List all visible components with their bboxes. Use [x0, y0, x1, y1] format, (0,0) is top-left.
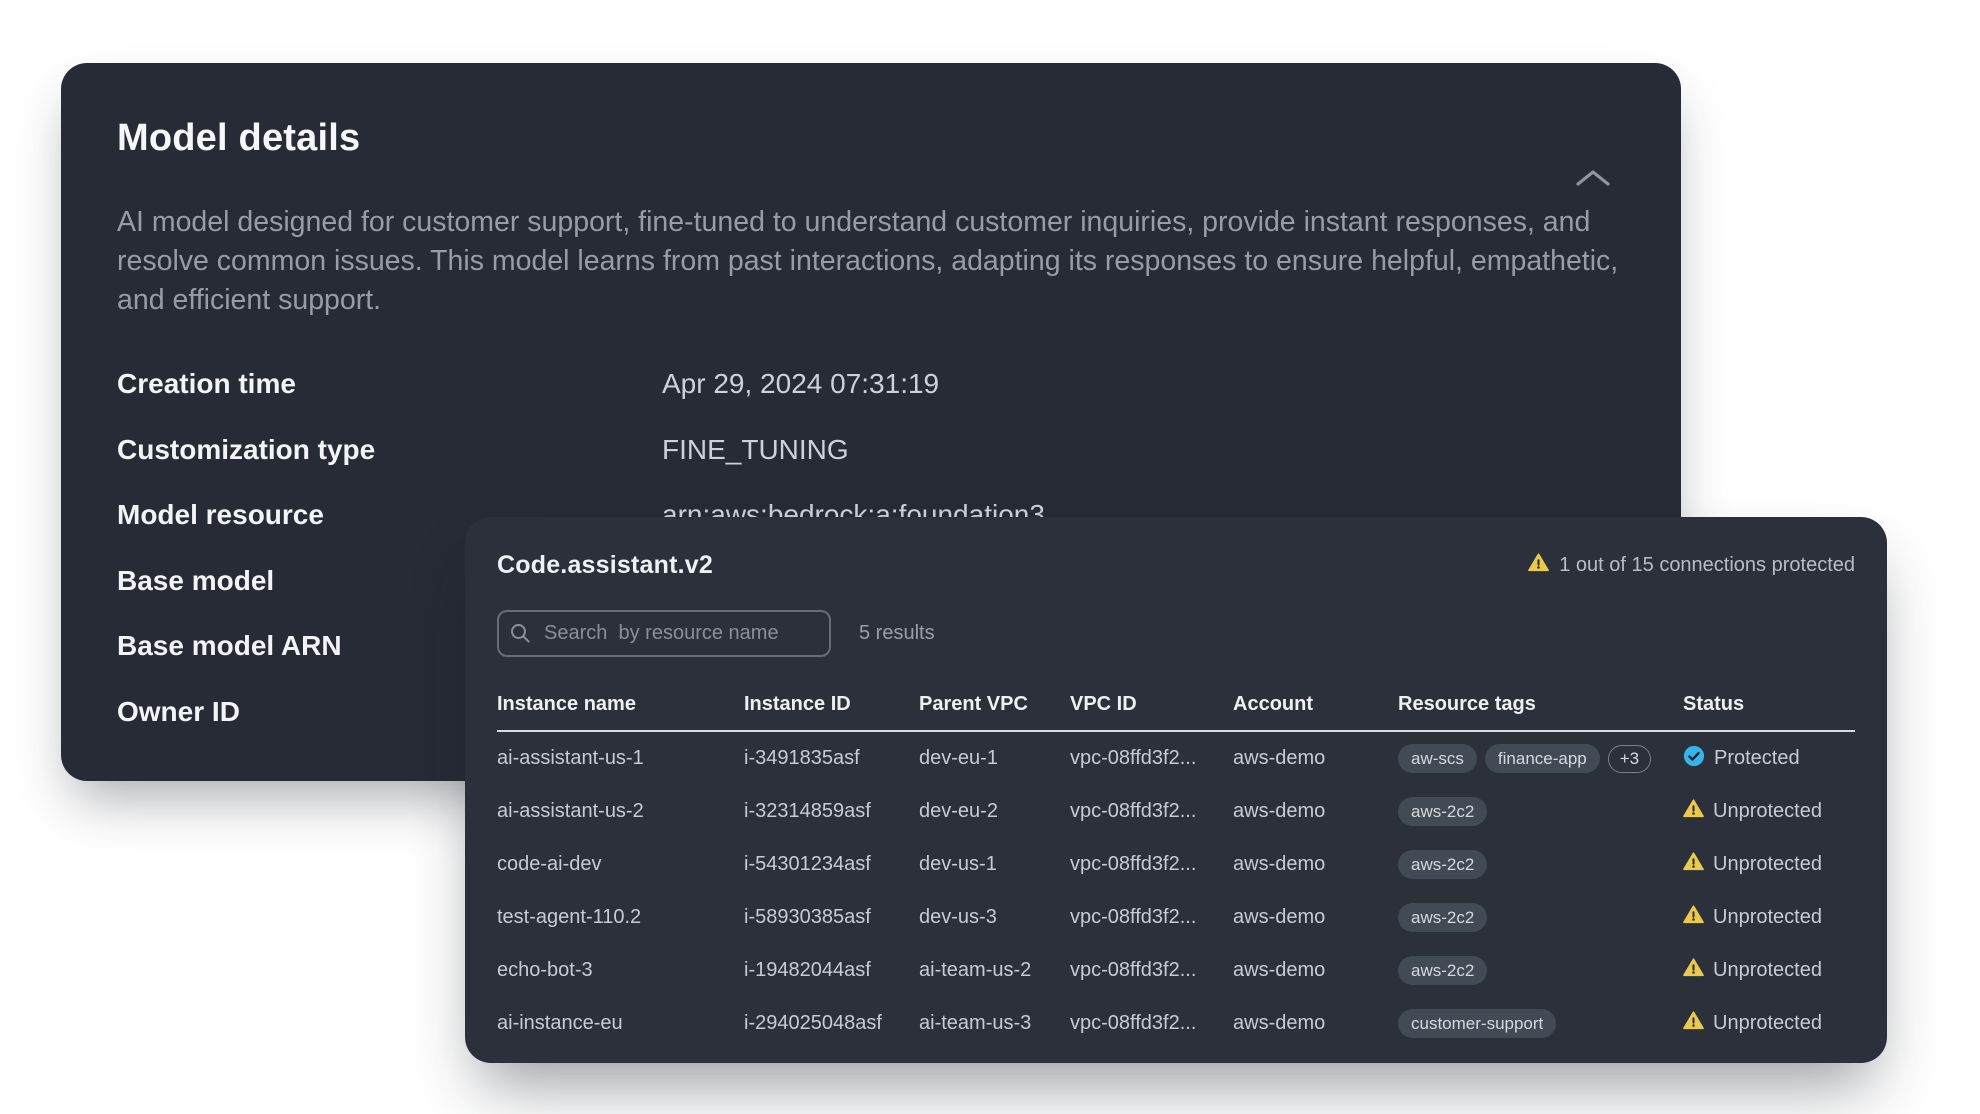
search-input[interactable] — [497, 610, 831, 657]
table-row: ai-assistant-us-1 i-3491835asf dev-eu-1 … — [497, 732, 1855, 785]
chevron-up-icon — [1574, 168, 1612, 191]
status-label: Unprotected — [1713, 853, 1822, 876]
model-details-title: Model details — [117, 115, 1625, 161]
table-row: test-agent-110.2 i-58930385asf dev-us-3 … — [497, 891, 1855, 944]
cell-resource-tags: aws-2c2 — [1398, 956, 1683, 985]
resource-tag: aws-2c2 — [1398, 903, 1487, 932]
cell-vpc-id: vpc-08ffd3f2... — [1070, 800, 1233, 823]
column-header: Parent VPC — [919, 693, 1070, 716]
cell-resource-tags: aws-2c2 — [1398, 797, 1683, 826]
cell-instance-id: i-58930385asf — [744, 906, 919, 929]
cell-vpc-id: vpc-08ffd3f2... — [1070, 853, 1233, 876]
cell-account: aws-demo — [1233, 906, 1398, 929]
warning-triangle-icon — [1683, 1011, 1704, 1036]
status-label: Protected — [1714, 747, 1800, 770]
cell-resource-tags: aws-2c2 — [1398, 850, 1683, 879]
cell-account: aws-demo — [1233, 747, 1398, 770]
model-field-row: Customization type FINE_TUNING — [117, 434, 1625, 500]
cell-resource-tags: aw-scs finance-app +3 — [1398, 744, 1683, 773]
cell-instance-name: echo-bot-3 — [497, 959, 744, 982]
connections-table: Instance nameInstance IDParent VPCVPC ID… — [497, 693, 1855, 1050]
connections-warning-text: 1 out of 15 connections protected — [1559, 554, 1855, 577]
status-badge: Unprotected — [1683, 958, 1855, 983]
search-icon — [510, 623, 531, 649]
field-value: FINE_TUNING — [662, 434, 849, 466]
warning-triangle-icon — [1683, 799, 1704, 824]
connections-panel: Code.assistant.v2 1 out of 15 connection… — [465, 517, 1887, 1063]
cell-resource-tags: aws-2c2 — [1398, 903, 1683, 932]
collapse-panel-button[interactable] — [1567, 159, 1619, 199]
status-label: Unprotected — [1713, 800, 1822, 823]
connections-title: Code.assistant.v2 — [497, 551, 713, 580]
protected-check-icon — [1683, 745, 1705, 773]
table-row: echo-bot-3 i-19482044asf ai-team-us-2 vp… — [497, 944, 1855, 997]
cell-vpc-id: vpc-08ffd3f2... — [1070, 1012, 1233, 1035]
search-box — [497, 610, 831, 657]
table-row: ai-assistant-us-2 i-32314859asf dev-eu-2… — [497, 785, 1855, 838]
cell-parent-vpc: ai-team-us-2 — [919, 959, 1070, 982]
column-header: Instance name — [497, 693, 744, 716]
resource-tag: aw-scs — [1398, 744, 1477, 773]
model-description: AI model designed for customer support, … — [117, 203, 1625, 320]
connections-header: Code.assistant.v2 1 out of 15 connection… — [497, 551, 1855, 580]
search-row: 5 results — [497, 610, 1855, 657]
results-count: 5 results — [859, 622, 935, 645]
cell-instance-id: i-32314859asf — [744, 800, 919, 823]
warning-triangle-icon — [1683, 905, 1704, 930]
cell-instance-id: i-54301234asf — [744, 853, 919, 876]
cell-vpc-id: vpc-08ffd3f2... — [1070, 747, 1233, 770]
warning-triangle-icon — [1683, 958, 1704, 983]
cell-instance-name: ai-assistant-us-2 — [497, 800, 744, 823]
cell-account: aws-demo — [1233, 959, 1398, 982]
cell-vpc-id: vpc-08ffd3f2... — [1070, 906, 1233, 929]
column-header: VPC ID — [1070, 693, 1233, 716]
resource-tag: finance-app — [1485, 744, 1600, 773]
resource-tag: aws-2c2 — [1398, 956, 1487, 985]
cell-instance-id: i-294025048asf — [744, 1012, 919, 1035]
column-header: Instance ID — [744, 693, 919, 716]
status-label: Unprotected — [1713, 959, 1822, 982]
warning-triangle-icon — [1683, 852, 1704, 877]
field-value: Apr 29, 2024 07:31:19 — [662, 368, 939, 400]
table-body: ai-assistant-us-1 i-3491835asf dev-eu-1 … — [497, 732, 1855, 1050]
column-header: Account — [1233, 693, 1398, 716]
table-row: code-ai-dev i-54301234asf dev-us-1 vpc-0… — [497, 838, 1855, 891]
field-label: Customization type — [117, 434, 662, 466]
status-badge: Unprotected — [1683, 852, 1855, 877]
column-header: Resource tags — [1398, 693, 1683, 716]
resource-tag: customer-support — [1398, 1009, 1556, 1038]
more-tags-pill[interactable]: +3 — [1608, 745, 1651, 773]
status-badge: Unprotected — [1683, 905, 1855, 930]
cell-parent-vpc: ai-team-us-3 — [919, 1012, 1070, 1035]
status-badge: Protected — [1683, 745, 1855, 773]
warning-triangle-icon — [1528, 553, 1549, 578]
cell-account: aws-demo — [1233, 1012, 1398, 1035]
status-badge: Unprotected — [1683, 1011, 1855, 1036]
column-header: Status — [1683, 693, 1855, 716]
cell-instance-name: ai-instance-eu — [497, 1012, 744, 1035]
cell-parent-vpc: dev-us-1 — [919, 853, 1070, 876]
cell-instance-name: ai-assistant-us-1 — [497, 747, 744, 770]
cell-vpc-id: vpc-08ffd3f2... — [1070, 959, 1233, 982]
cell-instance-name: test-agent-110.2 — [497, 906, 744, 929]
cell-parent-vpc: dev-eu-2 — [919, 800, 1070, 823]
cell-parent-vpc: dev-us-3 — [919, 906, 1070, 929]
model-field-row: Creation time Apr 29, 2024 07:31:19 — [117, 368, 1625, 434]
status-badge: Unprotected — [1683, 799, 1855, 824]
resource-tag: aws-2c2 — [1398, 850, 1487, 879]
status-label: Unprotected — [1713, 1012, 1822, 1035]
connections-warning: 1 out of 15 connections protected — [1528, 553, 1855, 578]
cell-instance-id: i-3491835asf — [744, 747, 919, 770]
cell-parent-vpc: dev-eu-1 — [919, 747, 1070, 770]
table-row: ai-instance-eu i-294025048asf ai-team-us… — [497, 997, 1855, 1050]
cell-resource-tags: customer-support — [1398, 1009, 1683, 1038]
table-header-row: Instance nameInstance IDParent VPCVPC ID… — [497, 693, 1855, 732]
resource-tag: aws-2c2 — [1398, 797, 1487, 826]
cell-account: aws-demo — [1233, 800, 1398, 823]
status-label: Unprotected — [1713, 906, 1822, 929]
field-label: Creation time — [117, 368, 662, 400]
cell-account: aws-demo — [1233, 853, 1398, 876]
cell-instance-id: i-19482044asf — [744, 959, 919, 982]
cell-instance-name: code-ai-dev — [497, 853, 744, 876]
